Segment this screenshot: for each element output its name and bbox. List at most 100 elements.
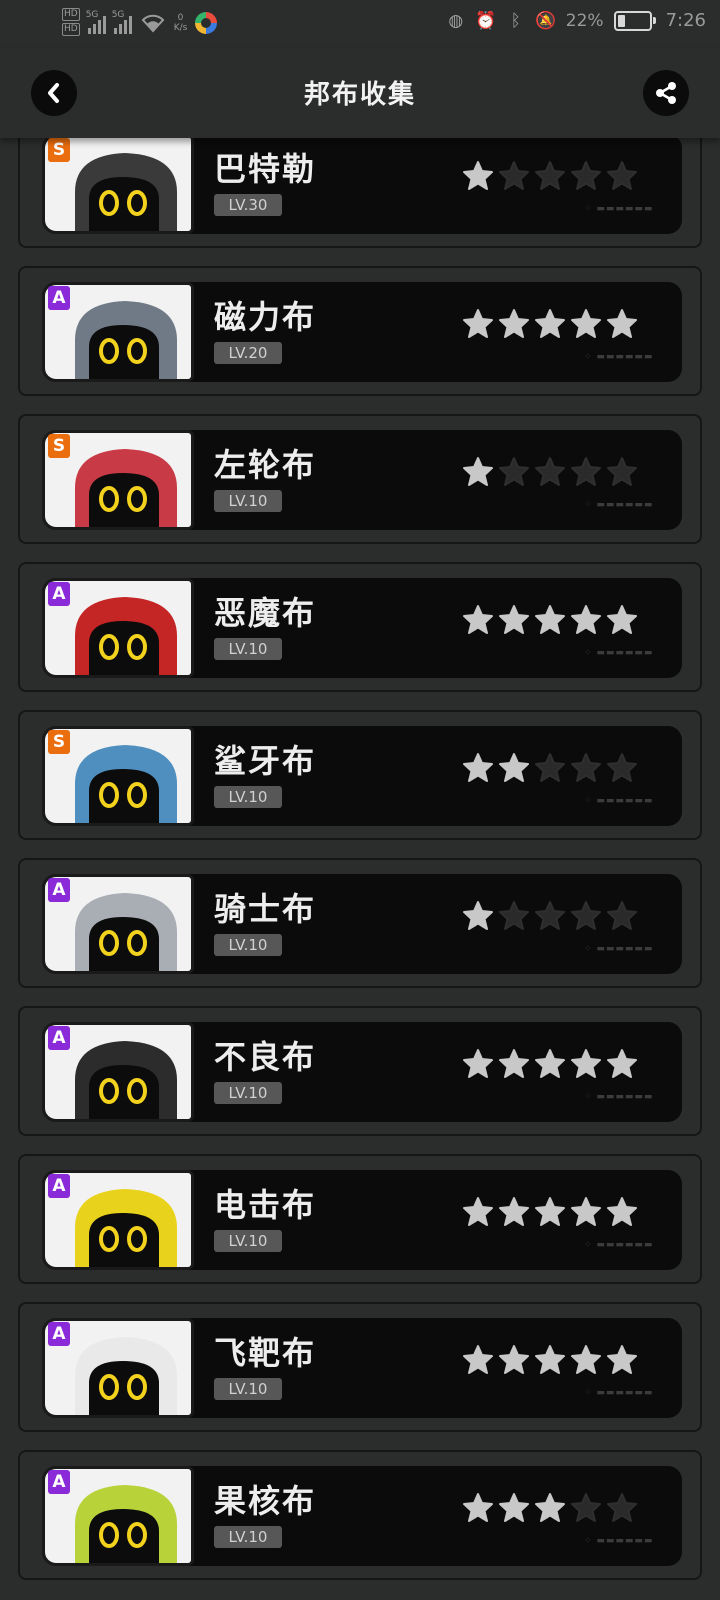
star-filled-icon [535, 1345, 565, 1374]
bangboo-card[interactable]: A 恶魔布 LV.10 ⁘ ▬▬▬▬▬▬ [18, 562, 702, 692]
rank-badge: A [48, 1174, 70, 1198]
star-empty-icon [499, 901, 529, 930]
star-empty-icon [535, 457, 565, 486]
star-empty-icon [607, 901, 637, 930]
rank-badge: A [48, 1026, 70, 1050]
star-filled-icon [463, 309, 493, 338]
level-badge: LV.10 [214, 1230, 282, 1252]
level-badge: LV.10 [214, 490, 282, 512]
rank-badge: A [48, 1322, 70, 1346]
bluetooth-icon: ᛒ [510, 10, 521, 31]
star-empty-icon [571, 1493, 601, 1522]
star-empty-icon [607, 457, 637, 486]
star-filled-icon [607, 1345, 637, 1374]
bangboo-card[interactable]: A 飞靶布 LV.10 ⁘ ▬▬▬▬▬▬ [18, 1302, 702, 1432]
bangboo-name: 巴特勒 [214, 150, 317, 188]
bangboo-name: 恶魔布 [214, 594, 317, 632]
star-rating [462, 1492, 638, 1524]
star-empty-icon [607, 753, 637, 782]
bangboo-card[interactable]: A 电击布 LV.10 ⁘ ▬▬▬▬▬▬ [18, 1154, 702, 1284]
bangboo-card-inner: A 恶魔布 LV.10 ⁘ ▬▬▬▬▬▬ [42, 578, 682, 678]
hd-icon: HD HD [62, 8, 80, 36]
rank-badge: A [48, 878, 70, 902]
level-badge: LV.10 [214, 1082, 282, 1104]
star-filled-icon [607, 309, 637, 338]
share-button[interactable] [643, 70, 689, 116]
bangboo-card-inner: A 果核布 LV.10 ⁘ ▬▬▬▬▬▬ [42, 1466, 682, 1566]
bangboo-name: 鲨牙布 [214, 742, 317, 780]
rank-badge: A [48, 1470, 70, 1494]
star-rating [462, 1344, 638, 1376]
star-filled-icon [499, 1049, 529, 1078]
clock: 7:26 [665, 10, 706, 31]
battery-percent: 22% [565, 10, 604, 31]
bangboo-card[interactable]: S 左轮布 LV.10 ⁘ ▬▬▬▬▬▬ [18, 414, 702, 544]
progress-dots-icon: ⁘ ▬▬▬▬▬▬ [584, 1388, 654, 1398]
network-speed: 0 K/s [173, 13, 188, 33]
star-filled-icon [571, 1345, 601, 1374]
signal-icon: 5G [86, 10, 106, 34]
star-filled-icon [535, 1493, 565, 1522]
bangboo-card[interactable]: S 鲨牙布 LV.10 ⁘ ▬▬▬▬▬▬ [18, 710, 702, 840]
rank-badge: S [48, 730, 70, 754]
bangboo-card-inner: S 巴特勒 LV.30 ⁘ ▬▬▬▬▬▬ [42, 138, 682, 234]
bangboo-name: 磁力布 [214, 298, 317, 336]
bangboo-card-inner: A 电击布 LV.10 ⁘ ▬▬▬▬▬▬ [42, 1170, 682, 1270]
bangboo-name: 飞靶布 [214, 1334, 317, 1372]
star-empty-icon [535, 161, 565, 190]
star-filled-icon [535, 605, 565, 634]
star-filled-icon [463, 457, 493, 486]
star-rating [462, 752, 638, 784]
wifi-icon [141, 14, 165, 33]
level-badge: LV.20 [214, 342, 282, 364]
bangboo-list[interactable]: S 巴特勒 LV.30 ⁘ ▬▬▬▬▬▬ A 磁力布 LV.20 ⁘ ▬▬▬▬▬▬ S 左轮布 LV… [0, 138, 720, 1600]
share-icon [656, 82, 676, 104]
star-filled-icon [499, 1493, 529, 1522]
star-filled-icon [499, 309, 529, 338]
star-empty-icon [607, 1493, 637, 1522]
star-filled-icon [463, 1493, 493, 1522]
bangboo-card[interactable]: A 果核布 LV.10 ⁘ ▬▬▬▬▬▬ [18, 1450, 702, 1580]
level-badge: LV.10 [214, 786, 282, 808]
star-filled-icon [571, 1049, 601, 1078]
status-bar: HD HD 5G 5G 0 K/s ◍ ⏰ ᛒ 🔕 22% 7:26 [0, 0, 720, 48]
star-filled-icon [463, 1049, 493, 1078]
level-badge: LV.10 [214, 934, 282, 956]
star-filled-icon [463, 161, 493, 190]
progress-dots-icon: ⁘ ▬▬▬▬▬▬ [584, 1536, 654, 1546]
star-rating [462, 160, 638, 192]
bangboo-card[interactable]: A 骑士布 LV.10 ⁘ ▬▬▬▬▬▬ [18, 858, 702, 988]
progress-dots-icon: ⁘ ▬▬▬▬▬▬ [584, 500, 654, 510]
level-badge: LV.10 [214, 1378, 282, 1400]
progress-dots-icon: ⁘ ▬▬▬▬▬▬ [584, 1092, 654, 1102]
level-badge: LV.10 [214, 1526, 282, 1548]
star-filled-icon [607, 605, 637, 634]
level-badge: LV.10 [214, 638, 282, 660]
battery-icon [613, 10, 656, 31]
star-filled-icon [499, 753, 529, 782]
header-bar: 邦布收集 [0, 48, 720, 138]
status-left: HD HD 5G 5G 0 K/s [62, 8, 218, 38]
star-filled-icon [463, 901, 493, 930]
bangboo-card[interactable]: A 磁力布 LV.20 ⁘ ▬▬▬▬▬▬ [18, 266, 702, 396]
star-filled-icon [499, 1345, 529, 1374]
bangboo-name: 左轮布 [214, 446, 317, 484]
bangboo-card[interactable]: S 巴特勒 LV.30 ⁘ ▬▬▬▬▬▬ [18, 138, 702, 248]
bangboo-name: 电击布 [214, 1186, 317, 1224]
page-title: 邦布收集 [303, 80, 416, 110]
status-right: ◍ ⏰ ᛒ 🔕 22% 7:26 [446, 10, 706, 31]
star-empty-icon [571, 161, 601, 190]
star-rating [462, 1048, 638, 1080]
star-filled-icon [535, 1049, 565, 1078]
star-filled-icon [499, 605, 529, 634]
bangboo-card[interactable]: A 不良布 LV.10 ⁘ ▬▬▬▬▬▬ [18, 1006, 702, 1136]
star-filled-icon [463, 753, 493, 782]
star-filled-icon [607, 1049, 637, 1078]
rank-badge: A [48, 582, 70, 606]
rank-badge: S [48, 138, 70, 162]
progress-dots-icon: ⁘ ▬▬▬▬▬▬ [584, 796, 654, 806]
star-filled-icon [571, 1197, 601, 1226]
star-empty-icon [499, 161, 529, 190]
bangboo-card-inner: A 不良布 LV.10 ⁘ ▬▬▬▬▬▬ [42, 1022, 682, 1122]
star-filled-icon [535, 309, 565, 338]
